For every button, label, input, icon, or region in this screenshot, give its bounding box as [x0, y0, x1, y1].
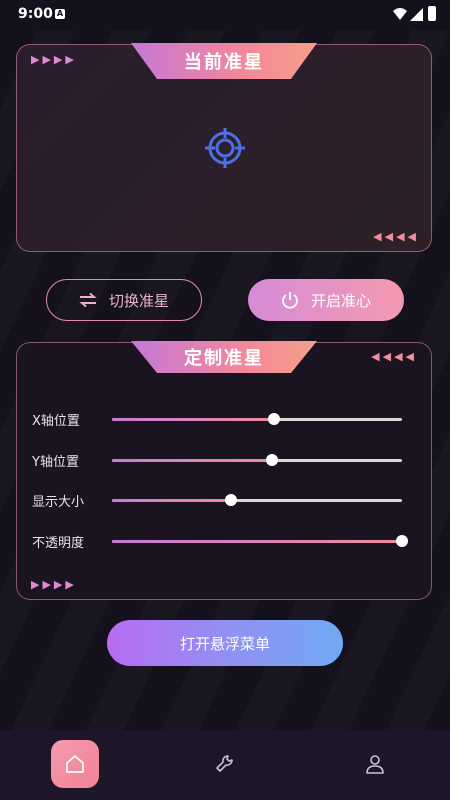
nav-tools[interactable]	[201, 740, 249, 788]
status-time: 9:00	[18, 6, 53, 22]
open-float-menu-button[interactable]: 打开悬浮菜单	[107, 620, 343, 666]
arrows-right-decor: ▶▶▶▶	[31, 53, 77, 66]
slider-label: Y轴位置	[32, 455, 79, 470]
panel-title: 当前准星	[131, 43, 317, 79]
wifi-icon	[393, 8, 407, 20]
slider-label: 显示大小	[32, 495, 85, 510]
bottom-nav	[0, 730, 450, 800]
arrows-left-decor: ◀◀◀◀	[371, 350, 417, 363]
crosshair-icon	[205, 128, 245, 168]
status-bar: 9:00 A	[0, 0, 450, 30]
slider-row-opacity: 不透明度	[32, 531, 412, 551]
slider-label: X轴位置	[32, 414, 80, 429]
battery-icon	[428, 6, 436, 21]
user-icon	[366, 755, 384, 774]
slider-thumb[interactable]	[224, 494, 237, 506]
slider-row-x: X轴位置	[32, 409, 412, 429]
panel-title: 定制准星	[131, 341, 317, 373]
switch-crosshair-button[interactable]: 切换准星	[46, 279, 202, 321]
arrows-left-decor: ◀◀◀◀	[373, 230, 419, 243]
enable-crosshair-button[interactable]: 开启准心	[248, 279, 404, 321]
size-slider[interactable]	[112, 494, 402, 506]
slider-fill	[112, 418, 275, 421]
opacity-slider[interactable]	[112, 535, 408, 547]
slider-row-y: Y轴位置	[32, 450, 412, 470]
notification-icon: A	[55, 9, 65, 19]
slider-thumb[interactable]	[268, 413, 281, 425]
wrench-icon	[216, 755, 233, 772]
custom-crosshair-panel: 定制准星 ◀◀◀◀ ▶▶▶▶	[16, 341, 432, 600]
arrows-right-decor: ▶▶▶▶	[31, 578, 77, 591]
nav-home[interactable]	[51, 740, 99, 788]
power-icon	[281, 291, 299, 309]
switch-crosshair-label: 切换准星	[108, 291, 169, 310]
home-icon	[66, 755, 84, 773]
slider-thumb[interactable]	[265, 454, 278, 466]
y-position-slider[interactable]	[112, 454, 402, 466]
slider-label: 不透明度	[32, 536, 85, 551]
slider-thumb[interactable]	[396, 535, 408, 547]
x-position-slider[interactable]	[112, 413, 402, 425]
slider-fill	[112, 459, 272, 462]
slider-fill	[112, 499, 231, 502]
slider-fill	[112, 540, 402, 543]
swap-icon	[79, 293, 97, 307]
signal-icon	[410, 8, 423, 21]
slider-row-size: 显示大小	[32, 490, 412, 510]
enable-crosshair-label: 开启准心	[310, 291, 371, 310]
nav-profile[interactable]	[351, 740, 399, 788]
